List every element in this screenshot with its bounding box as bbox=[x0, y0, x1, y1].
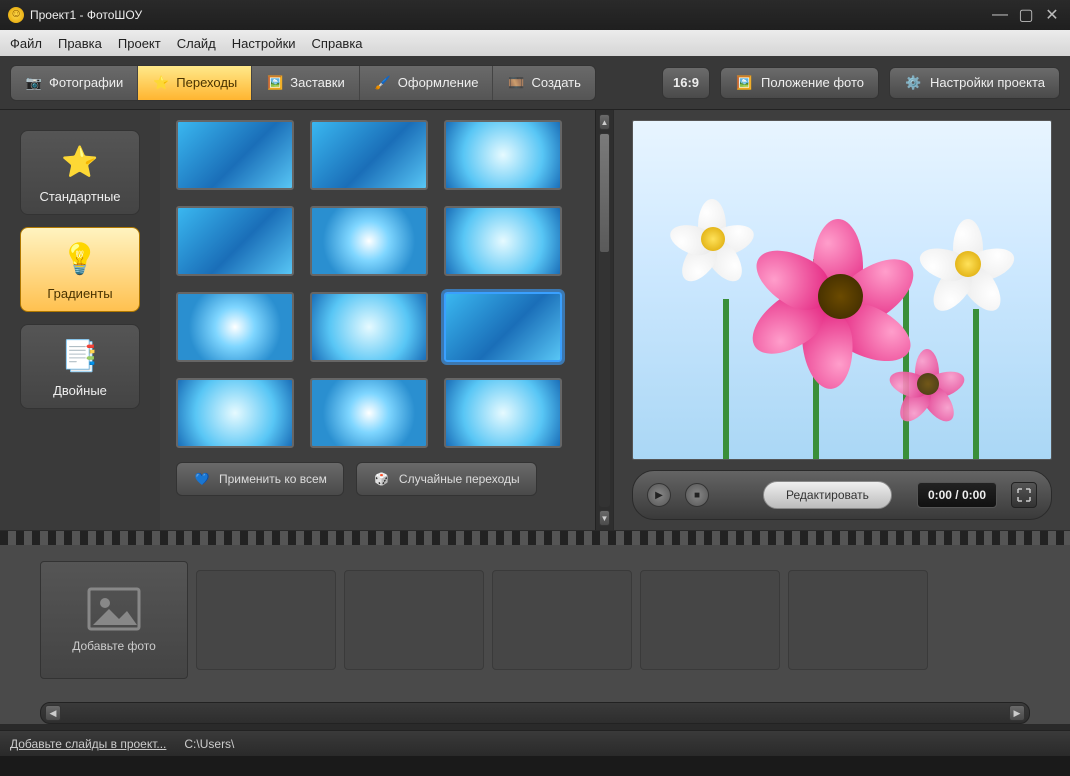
transition-thumb[interactable] bbox=[310, 120, 428, 190]
image-placeholder-icon bbox=[87, 587, 141, 631]
photo-position-label: Положение фото bbox=[761, 75, 864, 90]
apply-to-all-label: Применить ко всем bbox=[219, 472, 327, 486]
menu-edit[interactable]: Правка bbox=[58, 36, 102, 51]
notes-icon: 📑 bbox=[59, 335, 101, 377]
transition-thumb[interactable] bbox=[176, 120, 294, 190]
camera-icon: 📷 bbox=[25, 74, 43, 92]
category-standard-label: Стандартные bbox=[39, 189, 120, 204]
filmstrip-top bbox=[0, 531, 1070, 545]
category-list: ⭐ Стандартные 💡 Градиенты 📑 Двойные bbox=[0, 110, 160, 530]
transition-thumb[interactable] bbox=[310, 206, 428, 276]
tab-intros-label: Заставки bbox=[290, 75, 344, 90]
preview-image bbox=[633, 121, 1051, 459]
category-double[interactable]: 📑 Двойные bbox=[20, 324, 140, 409]
empty-slot[interactable] bbox=[640, 570, 780, 670]
tab-transitions[interactable]: ⭐ Переходы bbox=[138, 66, 252, 100]
fullscreen-icon bbox=[1017, 488, 1031, 502]
transition-thumb[interactable] bbox=[176, 292, 294, 362]
timeline-scroll-left[interactable]: ◀ bbox=[45, 705, 61, 721]
photo-position-button[interactable]: 🖼️ Положение фото bbox=[720, 67, 879, 99]
time-display: 0:00 / 0:00 bbox=[917, 482, 997, 508]
film-icon: 🎞️ bbox=[507, 74, 525, 92]
photo-position-icon: 🖼️ bbox=[735, 74, 753, 92]
category-gradients[interactable]: 💡 Градиенты bbox=[20, 227, 140, 312]
random-transitions-label: Случайные переходы bbox=[399, 472, 520, 486]
star-icon: ⭐ bbox=[59, 141, 101, 183]
transition-thumb[interactable] bbox=[444, 206, 562, 276]
brush-icon: 🖌️ bbox=[374, 74, 392, 92]
transition-thumb[interactable] bbox=[176, 378, 294, 448]
window-title: Проект1 - ФотоШОУ bbox=[30, 8, 142, 22]
stop-button[interactable]: ■ bbox=[685, 483, 709, 507]
add-photo-slot[interactable]: Добавьте фото bbox=[40, 561, 188, 679]
menubar: Файл Правка Проект Слайд Настройки Справ… bbox=[0, 30, 1070, 56]
tab-create[interactable]: 🎞️ Создать bbox=[493, 66, 594, 100]
category-standard[interactable]: ⭐ Стандартные bbox=[20, 130, 140, 215]
menu-file[interactable]: Файл bbox=[10, 36, 42, 51]
transition-thumb[interactable] bbox=[444, 378, 562, 448]
gear-icon: ⚙️ bbox=[904, 74, 922, 92]
transition-thumb[interactable] bbox=[310, 292, 428, 362]
status-hint[interactable]: Добавьте слайды в проект... bbox=[10, 737, 166, 751]
scroll-up-button[interactable]: ▲ bbox=[599, 114, 610, 130]
menu-slide[interactable]: Слайд bbox=[177, 36, 216, 51]
tab-design[interactable]: 🖌️ Оформление bbox=[360, 66, 494, 100]
menu-project[interactable]: Проект bbox=[118, 36, 161, 51]
scroll-down-button[interactable]: ▼ bbox=[599, 510, 610, 526]
category-double-label: Двойные bbox=[53, 383, 107, 398]
preview-area bbox=[632, 120, 1052, 460]
transition-thumb[interactable] bbox=[310, 378, 428, 448]
scroll-track[interactable] bbox=[599, 133, 610, 507]
picture-icon: 🖼️ bbox=[266, 74, 284, 92]
filmstrip-bottom bbox=[0, 724, 1070, 730]
tab-intros[interactable]: 🖼️ Заставки bbox=[252, 66, 359, 100]
minimize-button[interactable]: — bbox=[990, 6, 1010, 24]
timeline-scroll-right[interactable]: ▶ bbox=[1009, 705, 1025, 721]
transition-thumb[interactable] bbox=[444, 292, 562, 362]
empty-slot[interactable] bbox=[344, 570, 484, 670]
status-path: C:\Users\ bbox=[184, 737, 234, 751]
aspect-ratio-button[interactable]: 16:9 bbox=[662, 67, 710, 99]
timeline-scrollbar[interactable]: ◀ ▶ bbox=[40, 702, 1030, 724]
close-button[interactable]: ✕ bbox=[1042, 6, 1062, 24]
tab-design-label: Оформление bbox=[398, 75, 479, 90]
app-logo-icon bbox=[8, 7, 24, 23]
heart-icon: 💙 bbox=[193, 470, 211, 488]
main-tabs: 📷 Фотографии ⭐ Переходы 🖼️ Заставки 🖌️ Оформ… bbox=[10, 65, 596, 101]
empty-slot[interactable] bbox=[788, 570, 928, 670]
tab-photos[interactable]: 📷 Фотографии bbox=[11, 66, 138, 100]
apply-to-all-button[interactable]: 💙 Применить ко всем bbox=[176, 462, 344, 496]
empty-slot[interactable] bbox=[492, 570, 632, 670]
transition-thumb[interactable] bbox=[444, 120, 562, 190]
thumb-scrollbar[interactable]: ▲ ▼ bbox=[595, 110, 613, 530]
maximize-button[interactable]: ▢ bbox=[1016, 6, 1036, 24]
fullscreen-button[interactable] bbox=[1011, 482, 1037, 508]
edit-button[interactable]: Редактировать bbox=[763, 481, 892, 509]
shuffle-icon: 🎲 bbox=[373, 470, 391, 488]
tab-create-label: Создать bbox=[531, 75, 580, 90]
timeline-row[interactable]: Добавьте фото bbox=[0, 545, 1070, 694]
spotlights-icon: 💡 bbox=[59, 238, 101, 280]
random-transitions-button[interactable]: 🎲 Случайные переходы bbox=[356, 462, 537, 496]
play-button[interactable]: ▶ bbox=[647, 483, 671, 507]
menu-help[interactable]: Справка bbox=[312, 36, 363, 51]
empty-slot[interactable] bbox=[196, 570, 336, 670]
category-gradients-label: Градиенты bbox=[47, 286, 112, 301]
menu-settings[interactable]: Настройки bbox=[232, 36, 296, 51]
star-icon: ⭐ bbox=[152, 74, 170, 92]
add-photo-label: Добавьте фото bbox=[72, 639, 156, 653]
tab-photos-label: Фотографии bbox=[49, 75, 123, 90]
transition-grid bbox=[176, 120, 579, 448]
tab-transitions-label: Переходы bbox=[176, 75, 237, 90]
project-settings-label: Настройки проекта bbox=[930, 75, 1045, 90]
scroll-thumb[interactable] bbox=[599, 133, 610, 253]
project-settings-button[interactable]: ⚙️ Настройки проекта bbox=[889, 67, 1060, 99]
transition-thumb[interactable] bbox=[176, 206, 294, 276]
playback-controls: ▶ ■ Редактировать 0:00 / 0:00 bbox=[632, 470, 1052, 520]
